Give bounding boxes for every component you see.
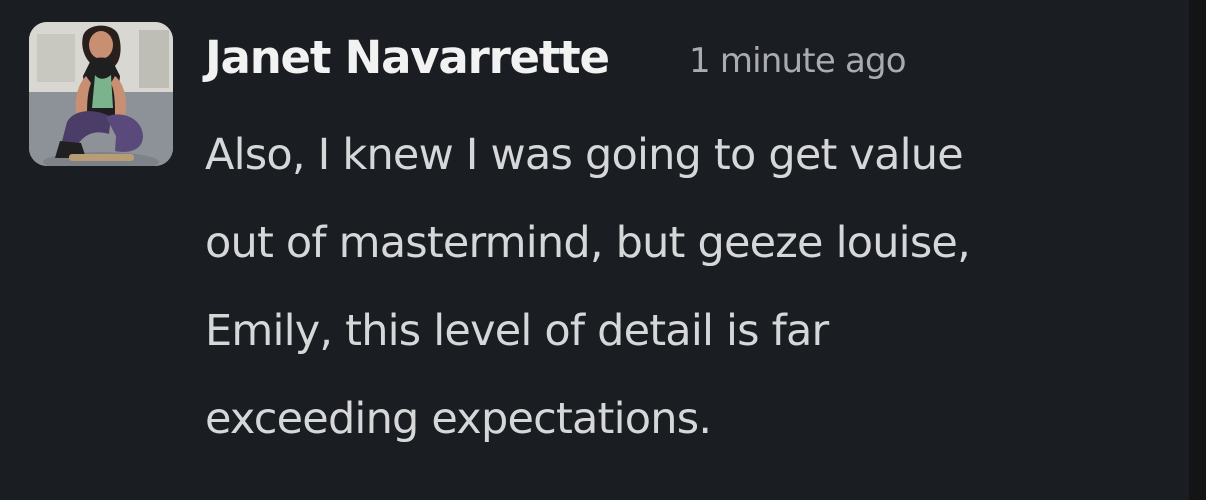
avatar-photo-icon [29,22,173,166]
message-body: Also, I knew I was going to get value ou… [205,111,1170,463]
avatar[interactable] [29,22,173,166]
message-line: Also, I knew I was going to get value [205,130,964,180]
right-edge-panel [1189,0,1206,500]
message-timestamp[interactable]: 1 minute ago [689,36,907,86]
chat-message: Janet Navarrette 1 minute ago Also, I kn… [0,0,1189,500]
message-line: exceeding expectations. [205,394,712,444]
author-name[interactable]: Janet Navarrette [205,28,610,88]
message-line: out of mastermind, but geeze louise, [205,218,971,268]
message-line: Emily, this level of detail is far [205,306,829,356]
